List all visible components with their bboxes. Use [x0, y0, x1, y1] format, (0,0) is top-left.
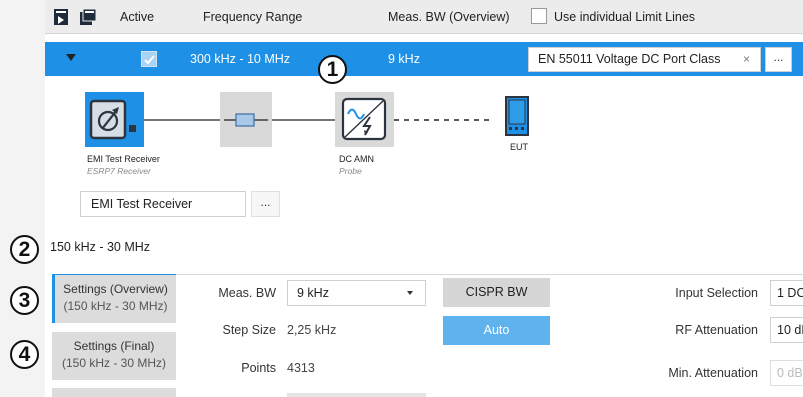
eut-name: EUT — [510, 142, 528, 152]
input-selection-label: Input Selection — [675, 286, 758, 300]
chevron-down-icon[interactable] — [66, 54, 76, 61]
tab-settings-final-title: Settings (Final) — [73, 339, 155, 353]
tab-settings-final[interactable]: Settings (Final) (150 kHz - 30 MHz) — [52, 332, 176, 380]
connector-node[interactable] — [220, 92, 272, 147]
tab-settings-overview[interactable]: Settings (Overview) (150 kHz - 30 MHz) — [52, 275, 176, 323]
rf-attenuation-input[interactable]: 10 dB — [770, 317, 803, 343]
header-frequency-range: Frequency Range — [203, 10, 303, 24]
dropdown-arrow-icon — [407, 291, 413, 295]
limit-line-more-button[interactable]: ... — [765, 47, 792, 72]
range-label: 150 kHz - 30 MHz — [50, 240, 151, 254]
table-header: Active Frequency Range Meas. BW (Overvie… — [45, 0, 803, 34]
header-active: Active — [120, 10, 155, 24]
amn-name: DC AMN — [339, 154, 375, 164]
meas-bw-label: Meas. BW — [218, 286, 276, 300]
tab-settings-overview-range: (150 kHz - 30 MHz) — [63, 299, 168, 313]
receiver-name: EMI Test Receiver — [87, 154, 160, 164]
limit-line-select[interactable]: EN 55011 Voltage DC Port Class × — [528, 47, 761, 72]
meas-bw-value: 9 kHz — [297, 286, 329, 300]
copy-icon[interactable] — [80, 8, 97, 25]
min-attenuation-input[interactable]: 0 dB — [770, 360, 803, 386]
receiver-select[interactable]: EMI Test Receiver — [80, 191, 246, 217]
limit-line-value: EN 55011 Voltage DC Port Class — [538, 52, 721, 66]
receiver-more-button[interactable]: ... — [251, 191, 280, 217]
callout-3: 3 — [10, 286, 39, 315]
receiver-node[interactable] — [85, 92, 144, 147]
eut-icon — [505, 96, 529, 136]
callout-2: 2 — [10, 235, 39, 264]
header-meas-bw: Meas. BW (Overview) — [388, 10, 510, 24]
amn-type: Probe — [339, 166, 362, 176]
callout-4: 4 — [10, 340, 39, 369]
step-size-label: Step Size — [222, 323, 276, 337]
receiver-icon — [85, 92, 144, 147]
amn-node[interactable] — [335, 92, 394, 147]
left-margin — [0, 0, 45, 397]
collapse-all-icon[interactable] — [54, 9, 68, 25]
row-meas-bw: 9 kHz — [388, 52, 420, 66]
row-frequency-range: 300 kHz - 10 MHz — [190, 52, 291, 66]
next-field-edge — [287, 393, 426, 397]
table-row[interactable]: 300 kHz - 10 MHz 9 kHz EN 55011 Voltage … — [45, 42, 803, 76]
tab-settings-final-range: (150 kHz - 30 MHz) — [61, 356, 167, 370]
meas-bw-select[interactable]: 9 kHz — [287, 280, 426, 306]
input-selection-select[interactable]: 1 DC — [770, 280, 803, 306]
step-size-value: 2,25 kHz — [287, 323, 337, 337]
tab-additional[interactable] — [52, 388, 176, 397]
points-value: 4313 — [287, 361, 315, 375]
individual-limits-checkbox[interactable] — [531, 8, 547, 24]
amn-icon — [341, 97, 387, 141]
cispr-bw-button[interactable]: CISPR BW — [443, 278, 550, 307]
receiver-model: ESRP7 Receiver — [87, 166, 151, 176]
eut-node[interactable] — [505, 96, 529, 136]
auto-button[interactable]: Auto — [443, 316, 550, 345]
callout-1: 1 — [318, 55, 347, 84]
individual-limits-label[interactable]: Use individual Limit Lines — [554, 0, 695, 34]
connector-icon — [224, 113, 268, 127]
rf-attenuation-label: RF Attenuation — [675, 323, 758, 337]
tab-settings-overview-title: Settings (Overview) — [63, 282, 168, 296]
active-checkbox[interactable] — [141, 51, 157, 67]
min-attenuation-label: Min. Attenuation — [668, 366, 758, 380]
clear-icon[interactable]: × — [743, 48, 750, 71]
points-label: Points — [241, 361, 276, 375]
